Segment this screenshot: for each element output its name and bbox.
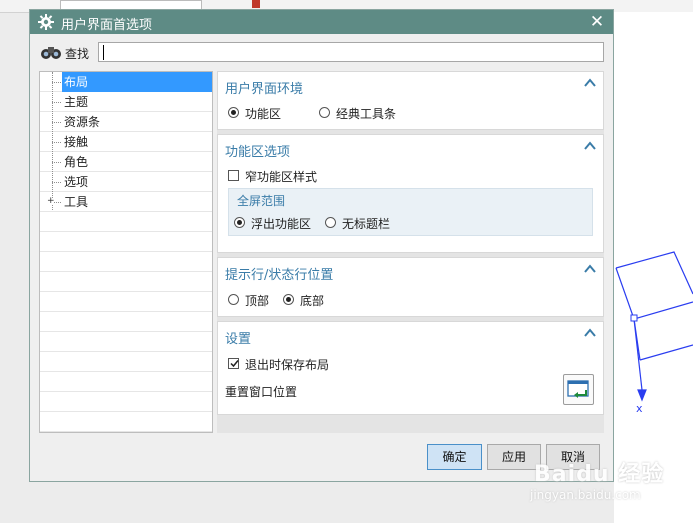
tree-row	[40, 352, 212, 372]
reset-window-button[interactable]	[563, 374, 594, 405]
tree-row	[40, 212, 212, 232]
tree-row	[40, 252, 212, 272]
section-title: 设置	[225, 332, 252, 347]
tree-item-layout[interactable]: 布局	[40, 72, 212, 92]
text-caret	[103, 45, 104, 60]
checkbox[interactable]	[228, 170, 239, 181]
gear-icon	[38, 14, 54, 30]
search-row: 查找	[38, 41, 606, 65]
chevron-up-icon[interactable]	[583, 326, 597, 340]
expand-icon[interactable]: +	[47, 197, 55, 206]
watermark-url: jingyan.baidu.com	[530, 488, 641, 502]
search-label: 查找	[65, 47, 90, 61]
preferences-dialog: 用户界面首选项 ✕ 查找 布局 主题 资源条 接触 角色 选项 + 工具 用户界…	[29, 9, 614, 482]
radio-button[interactable]	[234, 217, 245, 228]
tree-row	[40, 332, 212, 352]
section-ribbon-options: 功能区选项 窄功能区样式 全屏范围 浮出功能区 无标题栏	[217, 134, 604, 253]
watermark-brand: Baidu 经验	[534, 462, 665, 487]
svg-text:x: x	[636, 402, 643, 415]
tree-item-label: 角色	[64, 155, 89, 169]
binoculars-icon	[41, 47, 61, 59]
tree-row	[40, 372, 212, 392]
checkbox[interactable]	[228, 358, 239, 369]
tree-row	[40, 292, 212, 312]
checkbox-label: 退出时保存布局	[245, 358, 330, 372]
ok-button[interactable]: 确定	[427, 444, 482, 470]
chevron-up-icon[interactable]	[583, 76, 597, 90]
reset-window-icon	[567, 380, 589, 398]
tree-connector	[52, 182, 61, 183]
tree-item-label: 选项	[64, 175, 89, 189]
section-ui-environment: 用户界面环境 功能区 经典工具条	[217, 71, 604, 130]
tree-item-label: 资源条	[64, 115, 101, 129]
section-title: 功能区选项	[225, 145, 291, 160]
tree-item-tools[interactable]: + 工具	[40, 192, 212, 212]
section-title: 提示行/状态行位置	[225, 268, 334, 283]
radio-button[interactable]	[228, 294, 239, 305]
tree-connector	[52, 122, 61, 123]
fullscreen-group: 全屏范围 浮出功能区 无标题栏	[228, 188, 593, 236]
tree-row	[40, 232, 212, 252]
tree-connector	[52, 142, 61, 143]
tree-item-theme[interactable]: 主题	[40, 92, 212, 112]
radio-button[interactable]	[319, 107, 330, 118]
tree-item-roles[interactable]: 角色	[40, 152, 212, 172]
radio-label: 浮出功能区	[251, 217, 312, 231]
check-icon	[230, 360, 239, 368]
tree-row	[40, 272, 212, 292]
radio-label: 顶部	[245, 294, 270, 308]
category-tree[interactable]: 布局 主题 资源条 接触 角色 选项 + 工具	[39, 71, 213, 433]
chevron-up-icon[interactable]	[583, 139, 597, 153]
tree-item-label: 工具	[64, 195, 89, 209]
settings-panel: 用户界面环境 功能区 经典工具条 功能区选项 窄功能区样式 全屏范围 浮出功能区…	[217, 71, 604, 433]
search-input[interactable]	[98, 42, 604, 62]
radio-label: 经典工具条	[336, 107, 397, 121]
tree-item-label: 主题	[64, 95, 89, 109]
reset-window-label: 重置窗口位置	[225, 385, 298, 399]
tree-item-touch[interactable]: 接触	[40, 132, 212, 152]
tree-connector	[52, 102, 61, 103]
app-toolbar-icon[interactable]	[252, 0, 260, 8]
tree-item-label: 布局	[62, 72, 212, 92]
section-prompt-position: 提示行/状态行位置 顶部 底部	[217, 257, 604, 317]
radio-button[interactable]	[325, 217, 336, 228]
dialog-titlebar[interactable]: 用户界面首选项 ✕	[30, 10, 613, 34]
tree-item-label: 接触	[64, 135, 89, 149]
tree-connector	[52, 82, 61, 83]
group-title: 全屏范围	[237, 194, 286, 208]
section-settings: 设置 退出时保存布局 重置窗口位置	[217, 321, 604, 415]
tree-row	[40, 312, 212, 332]
tree-item-options[interactable]: 选项	[40, 172, 212, 192]
tree-row	[40, 392, 212, 412]
tree-item-resource-bar[interactable]: 资源条	[40, 112, 212, 132]
chevron-up-icon[interactable]	[583, 262, 597, 276]
radio-label: 底部	[300, 294, 325, 308]
dialog-title: 用户界面首选项	[61, 18, 153, 33]
wireframe-model: x	[615, 251, 693, 415]
graphics-canvas[interactable]: x	[614, 12, 693, 523]
baidu-watermark: Baidu 经验 jingyan.baidu.com	[510, 450, 690, 512]
radio-label: 无标题栏	[342, 217, 391, 231]
close-icon[interactable]: ✕	[586, 12, 608, 32]
tree-connector	[52, 162, 61, 163]
checkbox-label: 窄功能区样式	[245, 170, 318, 184]
radio-button[interactable]	[283, 294, 294, 305]
radio-label: 功能区	[245, 107, 282, 121]
radio-button[interactable]	[228, 107, 239, 118]
tree-row	[40, 412, 212, 432]
section-title: 用户界面环境	[225, 82, 304, 97]
